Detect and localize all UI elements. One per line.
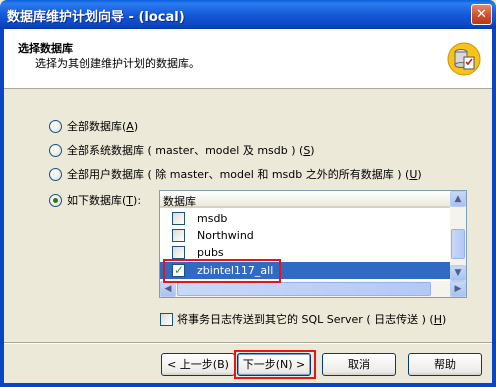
option-all-databases[interactable]: 全部数据库(A) bbox=[49, 118, 138, 134]
window-frame-bottom bbox=[0, 383, 496, 387]
highlight-box bbox=[234, 350, 316, 379]
help-button[interactable]: 帮助 bbox=[408, 353, 482, 376]
row-checkbox[interactable] bbox=[172, 212, 185, 225]
option-label: 如下数据库( bbox=[67, 194, 127, 207]
title-bar: 数据库维护计划向导 - (local) ✕ bbox=[0, 0, 496, 29]
list-item[interactable]: Northwind bbox=[160, 227, 450, 244]
radio-all-databases[interactable] bbox=[49, 119, 62, 133]
option-user-databases[interactable]: 全部用户数据库 ( 除 master、model 和 msdb 之外的所有数据库… bbox=[49, 166, 422, 182]
scroll-down-button[interactable]: ▼ bbox=[450, 265, 466, 281]
list-item[interactable]: msdb bbox=[160, 210, 450, 227]
row-checkbox[interactable] bbox=[172, 246, 185, 259]
highlight-box bbox=[163, 259, 281, 283]
close-icon: ✕ bbox=[476, 7, 487, 22]
cancel-button[interactable]: 取消 bbox=[322, 353, 396, 376]
database-checklist-icon bbox=[447, 42, 481, 76]
option-label: 全部数据库( bbox=[67, 120, 127, 133]
column-header-database[interactable]: 数据库 bbox=[160, 191, 466, 208]
horizontal-scrollbar[interactable]: ◀ ▶ bbox=[160, 281, 466, 297]
horizontal-scroll-thumb[interactable] bbox=[177, 282, 431, 296]
wizard-header: 选择数据库 选择为其创建维护计划的数据库。 bbox=[4, 29, 492, 89]
vertical-scroll-thumb[interactable] bbox=[451, 229, 465, 259]
radio-these-databases[interactable] bbox=[49, 193, 62, 207]
close-button[interactable]: ✕ bbox=[471, 4, 492, 25]
scroll-right-button[interactable]: ▶ bbox=[450, 281, 466, 297]
window-frame-right bbox=[492, 29, 496, 387]
option-these-databases[interactable]: 如下数据库(T): bbox=[49, 192, 141, 208]
back-button[interactable]: < 上一步(B) bbox=[161, 353, 235, 376]
radio-user-databases[interactable] bbox=[49, 167, 62, 181]
option-label: 全部系统数据库 ( master、model 及 msdb ) ( bbox=[67, 144, 304, 157]
log-shipping-checkbox[interactable] bbox=[160, 312, 173, 326]
row-checkbox[interactable] bbox=[172, 229, 185, 242]
option-system-databases[interactable]: 全部系统数据库 ( master、model 及 msdb ) (S) bbox=[49, 142, 315, 158]
page-subtitle: 选择为其创建维护计划的数据库。 bbox=[35, 57, 200, 70]
option-label: 全部用户数据库 ( 除 master、model 和 msdb 之外的所有数据库… bbox=[67, 168, 410, 181]
vertical-scrollbar[interactable]: ▲ ▼ bbox=[450, 191, 466, 281]
page-title: 选择数据库 bbox=[18, 42, 73, 55]
separator bbox=[4, 342, 492, 344]
scroll-left-button[interactable]: ◀ bbox=[160, 281, 176, 297]
log-shipping-option[interactable]: 将事务日志传送到其它的 SQL Server ( 日志传送 ) (H) bbox=[160, 311, 446, 327]
scroll-up-button[interactable]: ▲ bbox=[450, 191, 466, 207]
radio-system-databases[interactable] bbox=[49, 143, 62, 157]
window-title: 数据库维护计划向导 - (local) bbox=[7, 10, 185, 25]
